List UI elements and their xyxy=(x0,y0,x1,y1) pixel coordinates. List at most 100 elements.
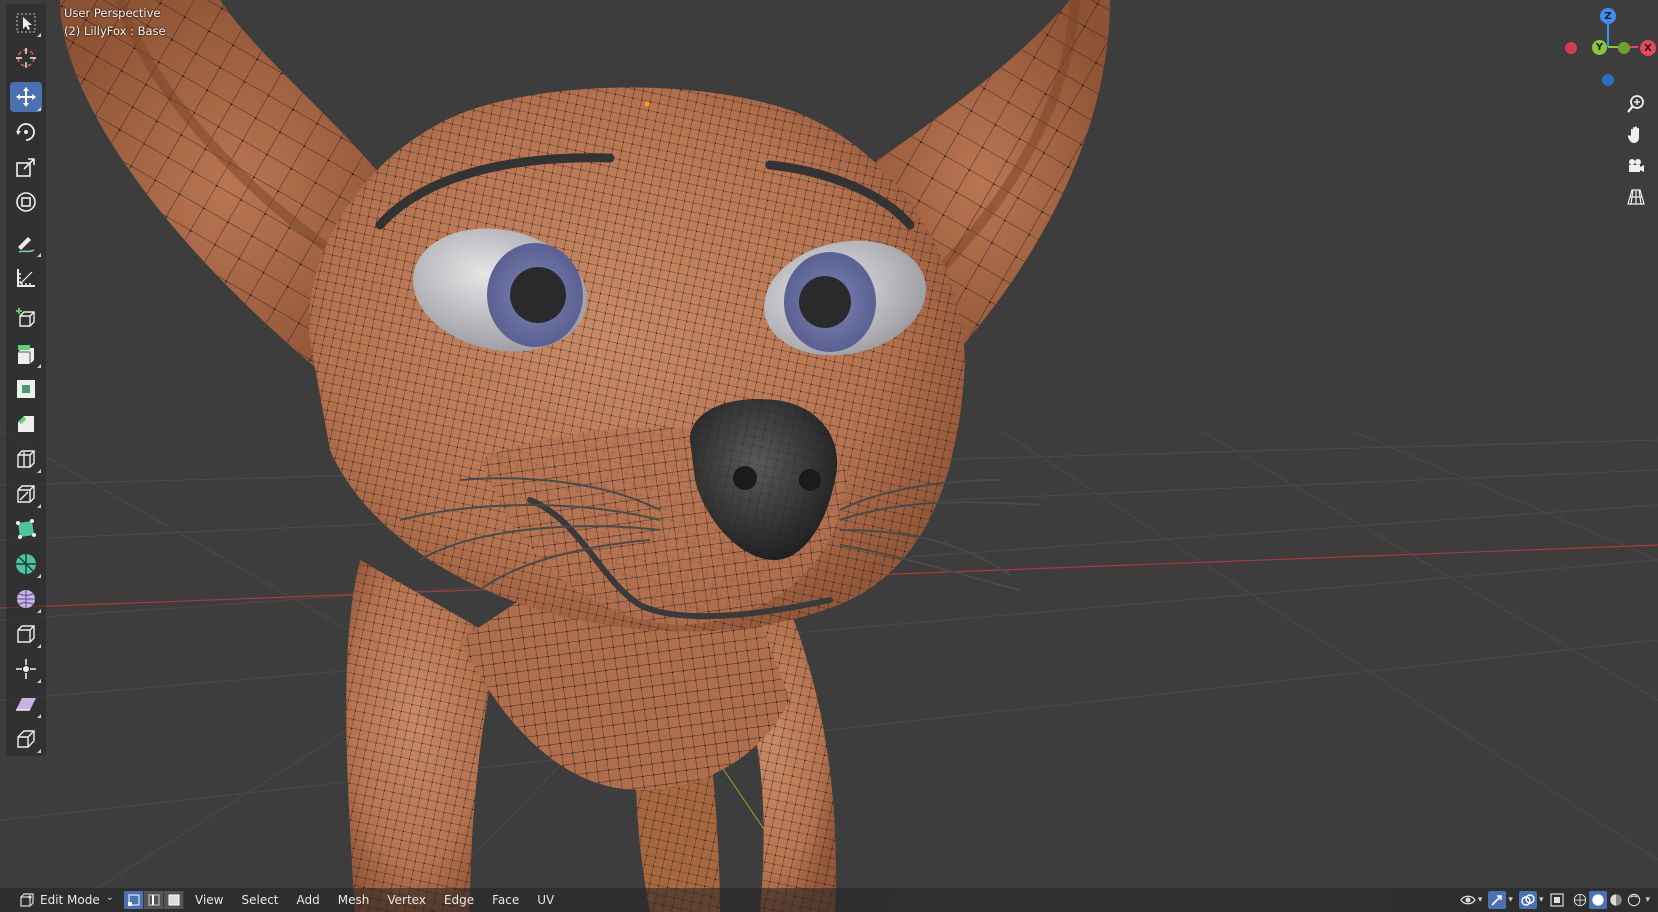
overlays-icon xyxy=(1521,894,1535,906)
gizmo-toggle[interactable]: ▾ xyxy=(1488,891,1513,909)
knife-icon xyxy=(17,485,35,503)
menu-view[interactable]: View xyxy=(186,888,232,912)
pan-button[interactable] xyxy=(1622,121,1650,149)
edit-mode-icon xyxy=(20,893,34,907)
measure-tool[interactable] xyxy=(10,263,42,293)
annotate-tool[interactable] xyxy=(10,228,42,258)
rotate-icon xyxy=(16,123,35,141)
extrude-tool[interactable] xyxy=(10,339,42,369)
vertex-select-button[interactable] xyxy=(124,891,144,909)
cursor-select-icon xyxy=(16,13,36,33)
eye-visibility-icon xyxy=(1460,895,1476,905)
shrink-fatten-tool[interactable] xyxy=(10,654,42,684)
spin-tool[interactable] xyxy=(10,549,42,579)
gizmo-y-label: Y xyxy=(1595,42,1604,53)
transform-tool[interactable] xyxy=(10,187,42,217)
measure-ruler-icon xyxy=(17,269,35,287)
gizmo-neg-z-axis[interactable] xyxy=(1602,74,1614,86)
zoom-button[interactable] xyxy=(1622,90,1650,118)
rip-region-tool[interactable] xyxy=(10,724,42,754)
menu-uv[interactable]: UV xyxy=(528,888,563,912)
tool-shelf xyxy=(6,4,46,756)
header-right-controls: ▾ ▾ ▾ ▾ xyxy=(1460,890,1650,910)
shading-modes: ▾ xyxy=(1571,891,1650,909)
chevron-down-icon: ▾ xyxy=(1538,895,1544,905)
shear-tool[interactable] xyxy=(10,689,42,719)
xray-toggle[interactable] xyxy=(1549,891,1565,909)
poly-build-tool[interactable] xyxy=(10,514,42,544)
perspective-grid-icon xyxy=(1627,189,1645,205)
visibility-dropdown[interactable]: ▾ xyxy=(1460,891,1483,909)
move-arrows-icon xyxy=(16,87,36,107)
menu-vertex[interactable]: Vertex xyxy=(378,888,435,912)
3d-viewport[interactable] xyxy=(0,0,1658,912)
material-sphere-icon xyxy=(1610,894,1623,906)
gizmo-z-label: Z xyxy=(1604,10,1612,22)
shrink-fatten-icon xyxy=(16,659,36,679)
knife-tool[interactable] xyxy=(10,479,42,509)
solid-shading-button[interactable] xyxy=(1589,891,1608,909)
edge-select-button[interactable] xyxy=(144,891,164,909)
menu-mesh[interactable]: Mesh xyxy=(329,888,379,912)
rendered-sphere-icon xyxy=(1628,893,1641,907)
add-cube-tool[interactable] xyxy=(10,304,42,334)
wireframe-sphere-icon xyxy=(1574,893,1587,907)
transform-icon xyxy=(16,192,36,212)
rip-region-icon xyxy=(17,730,35,748)
select-mode-group xyxy=(124,891,184,909)
3d-cursor-icon xyxy=(16,48,36,68)
hand-pan-icon xyxy=(1627,126,1639,143)
annotate-pencil-icon xyxy=(18,237,35,253)
scale-tool[interactable] xyxy=(10,152,42,182)
bevel-icon xyxy=(18,416,34,432)
chevron-down-icon[interactable]: ▾ xyxy=(1645,895,1650,905)
gizmo-neg-x-axis[interactable] xyxy=(1565,42,1577,54)
gizmo-arrows-icon xyxy=(1491,895,1503,906)
material-shading-button[interactable] xyxy=(1607,891,1625,909)
selected-vertex xyxy=(644,101,650,107)
camera-view-button[interactable] xyxy=(1622,152,1650,180)
solid-sphere-icon xyxy=(1592,894,1605,906)
bevel-tool[interactable] xyxy=(10,409,42,439)
mode-dropdown[interactable]: Edit Mode ⌄ xyxy=(16,890,118,910)
mode-label: Edit Mode xyxy=(40,893,100,907)
active-object-label: (2) LillyFox : Base xyxy=(64,24,166,38)
extrude-region-icon xyxy=(18,345,34,364)
viewport-header: Edit Mode ⌄ View Select Add Mesh Vertex … xyxy=(0,888,1658,912)
gizmo-neg-y-axis[interactable] xyxy=(1618,42,1630,54)
chevron-down-icon: ▾ xyxy=(1477,895,1483,905)
gizmo-z-axis[interactable]: Z xyxy=(1600,8,1616,24)
smooth-sphere-icon xyxy=(17,590,35,608)
menu-edge[interactable]: Edge xyxy=(435,888,483,912)
menu-face[interactable]: Face xyxy=(483,888,528,912)
gizmo-x-label: X xyxy=(1644,42,1652,54)
gizmo-x-axis[interactable]: X xyxy=(1640,40,1656,56)
spin-icon xyxy=(16,554,36,574)
menu-add[interactable]: Add xyxy=(288,888,329,912)
viewport-canvas[interactable] xyxy=(0,0,1658,912)
chevron-down-icon: ⌄ xyxy=(105,892,114,903)
navigation-gizmo[interactable]: Z X Y xyxy=(1556,4,1656,90)
rotate-tool[interactable] xyxy=(10,117,42,147)
face-select-button[interactable] xyxy=(164,891,184,909)
rendered-shading-button[interactable] xyxy=(1625,891,1643,909)
edge-slide-tool[interactable] xyxy=(10,619,42,649)
face-select-icon xyxy=(168,894,179,906)
add-cube-icon xyxy=(16,308,35,327)
gizmo-y-axis[interactable]: Y xyxy=(1592,40,1607,55)
loop-cut-tool[interactable] xyxy=(10,444,42,474)
menu-select[interactable]: Select xyxy=(232,888,287,912)
move-tool[interactable] xyxy=(10,82,42,112)
camera-icon xyxy=(1629,159,1644,172)
wireframe-shading-button[interactable] xyxy=(1571,891,1589,909)
select-box-tool[interactable] xyxy=(10,8,42,38)
shear-icon xyxy=(16,698,36,711)
vertex-select-icon xyxy=(127,894,139,906)
inset-faces-tool[interactable] xyxy=(10,374,42,404)
zoom-icon xyxy=(1627,95,1644,113)
loop-cut-icon xyxy=(17,450,35,468)
cursor-tool[interactable] xyxy=(10,43,42,73)
smooth-tool[interactable] xyxy=(10,584,42,614)
perspective-toggle-button[interactable] xyxy=(1622,183,1650,211)
overlays-toggle[interactable]: ▾ xyxy=(1518,891,1544,909)
